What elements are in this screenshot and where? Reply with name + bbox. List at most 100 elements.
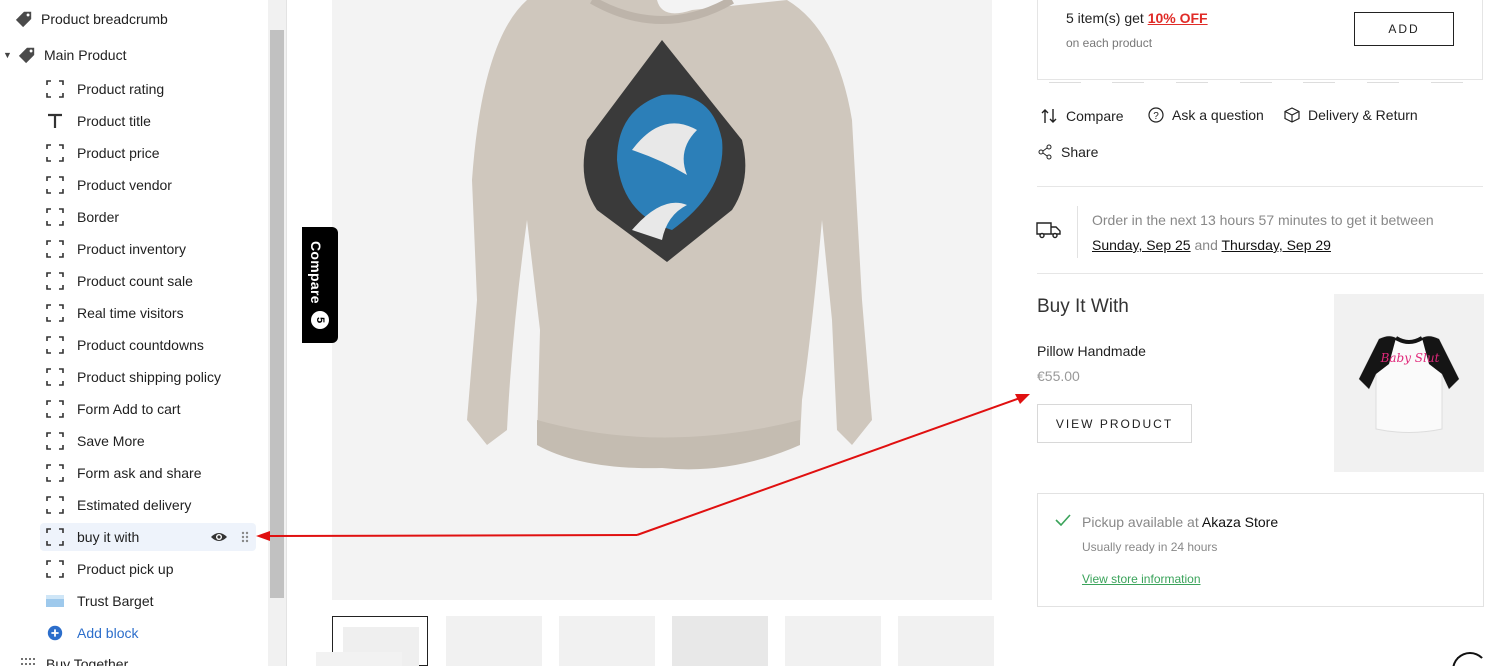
compare-link[interactable]: Compare	[1040, 108, 1124, 124]
block-label: Product inventory	[77, 241, 186, 257]
shirt-print-text: Baby Slut	[1380, 351, 1440, 365]
section-product-breadcrumb[interactable]: Product breadcrumb	[0, 5, 168, 33]
ask-question-link[interactable]: ? Ask a question	[1148, 107, 1264, 123]
arrows-up-down-icon	[1041, 109, 1057, 123]
block-label: Product count sale	[77, 273, 193, 289]
buy-it-with-price: €55.00	[1037, 368, 1080, 384]
question-circle-icon: ?	[1148, 107, 1164, 123]
view-product-button[interactable]: VIEW PRODUCT	[1037, 404, 1192, 443]
offer-text: 5 item(s) get 10% OFF	[1066, 10, 1208, 26]
buy-it-with-product-name[interactable]: Pillow Handmade	[1037, 343, 1146, 359]
checkmark-icon	[1055, 514, 1071, 526]
delivery-dates: Sunday, Sep 25 and Thursday, Sep 29	[1092, 237, 1331, 253]
block-item[interactable]: Product shipping policy	[40, 363, 256, 391]
truck-icon	[1036, 222, 1061, 239]
panel-divider	[286, 0, 287, 666]
offer-subtext: on each product	[1066, 36, 1153, 50]
eye-icon[interactable]	[210, 528, 228, 546]
section-icon	[21, 658, 37, 665]
drag-handle-icon[interactable]	[240, 530, 250, 544]
block-item[interactable]: Product inventory	[40, 235, 256, 263]
pickup-availability-text: Pickup available at Akaza Store	[1082, 514, 1278, 530]
sidebar-scrollbar-thumb[interactable]	[270, 30, 284, 598]
section-label: Product breadcrumb	[41, 11, 168, 27]
divider-dash	[1112, 82, 1144, 83]
section-buy-together[interactable]: Buy Together	[20, 656, 128, 666]
pickup-ready-time: Usually ready in 24 hours	[1082, 540, 1218, 554]
add-block-label: Add block	[77, 625, 139, 641]
divider-dash	[1240, 82, 1272, 83]
dashed-square-icon	[46, 432, 64, 450]
divider	[1037, 273, 1483, 274]
block-label: Real time visitors	[77, 305, 184, 321]
block-label: Product pick up	[77, 561, 174, 577]
block-label: Form Add to cart	[77, 401, 181, 417]
bottom-section-preview	[316, 652, 402, 666]
block-item[interactable]: Form Add to cart	[40, 395, 256, 423]
block-label: buy it with	[77, 529, 140, 545]
add-block-button[interactable]: Add block	[40, 619, 256, 647]
chevron-down-icon[interactable]: ▼	[3, 50, 15, 60]
dashed-square-icon	[46, 80, 64, 98]
ask-question-label: Ask a question	[1172, 107, 1264, 123]
block-item[interactable]: Product price	[40, 139, 256, 167]
block-label: Estimated delivery	[77, 497, 192, 513]
dashed-square-icon	[46, 176, 64, 194]
block-item[interactable]: Product vendor	[40, 171, 256, 199]
block-item[interactable]: buy it with	[40, 523, 256, 551]
compare-count-badge: 5	[311, 311, 329, 329]
image-icon	[46, 595, 64, 607]
raglan-shirt-image: Baby Slut	[1358, 335, 1460, 433]
block-item[interactable]: Real time visitors	[40, 299, 256, 327]
thumbnail-2[interactable]	[446, 616, 542, 666]
sweatshirt-image	[467, 0, 872, 470]
compare-label: Compare	[1066, 108, 1124, 124]
svg-text:?: ?	[1153, 111, 1159, 122]
block-item[interactable]: Product countdowns	[40, 331, 256, 359]
compare-floating-tab[interactable]: Compare 5	[302, 227, 338, 343]
block-item[interactable]: Form ask and share	[40, 459, 256, 487]
block-label: Trust Barget	[77, 593, 154, 609]
block-item[interactable]: Estimated delivery	[40, 491, 256, 519]
block-item[interactable]: Product rating	[40, 75, 256, 103]
dashed-square-icon	[46, 464, 64, 482]
block-item[interactable]: Product count sale	[40, 267, 256, 295]
buy-it-with-title: Buy It With	[1037, 296, 1129, 317]
share-link[interactable]: Share	[1037, 144, 1098, 160]
delivery-and: and	[1190, 237, 1222, 253]
pickup-store-name: Akaza Store	[1201, 514, 1279, 530]
block-label: Form ask and share	[77, 465, 202, 481]
compare-tab-label: Compare	[308, 241, 324, 304]
plus-circle-icon	[47, 625, 63, 641]
block-item[interactable]: Product title	[40, 107, 256, 135]
delivery-date-end: Thursday, Sep 29	[1221, 237, 1331, 253]
offer-add-button[interactable]: ADD	[1354, 12, 1454, 46]
thumbnail-5[interactable]	[785, 616, 881, 666]
dashed-square-icon	[46, 400, 64, 418]
delivery-return-link[interactable]: Delivery & Return	[1284, 107, 1418, 123]
tag-icon	[15, 11, 32, 28]
dashed-square-icon	[46, 528, 64, 546]
view-store-information-link[interactable]: View store information	[1082, 572, 1201, 586]
dashed-square-icon	[46, 240, 64, 258]
product-main-image[interactable]	[332, 0, 992, 600]
section-label: Main Product	[44, 47, 127, 63]
share-label: Share	[1061, 144, 1099, 160]
block-label: Product vendor	[77, 177, 172, 193]
thumbnail-3[interactable]	[559, 616, 655, 666]
block-item[interactable]: Product pick up	[40, 555, 256, 583]
block-item[interactable]: Border	[40, 203, 256, 231]
dashed-square-icon	[46, 496, 64, 514]
thumbnail-6[interactable]	[898, 616, 994, 666]
offer-prefix: 5 item(s) get	[1066, 10, 1148, 26]
buy-it-with-image[interactable]: Baby Slut	[1334, 294, 1484, 472]
block-item[interactable]: Save More	[40, 427, 256, 455]
block-item[interactable]: Trust Barget	[40, 587, 256, 615]
thumbnail-4[interactable]	[672, 616, 768, 666]
delivery-date-start: Sunday, Sep 25	[1092, 237, 1191, 253]
divider-dash	[1367, 82, 1399, 83]
section-main-product[interactable]: ▼ Main Product	[0, 41, 126, 69]
delivery-return-label: Delivery & Return	[1308, 107, 1418, 123]
divider-dash	[1049, 82, 1081, 83]
loading-spinner	[1452, 652, 1488, 666]
